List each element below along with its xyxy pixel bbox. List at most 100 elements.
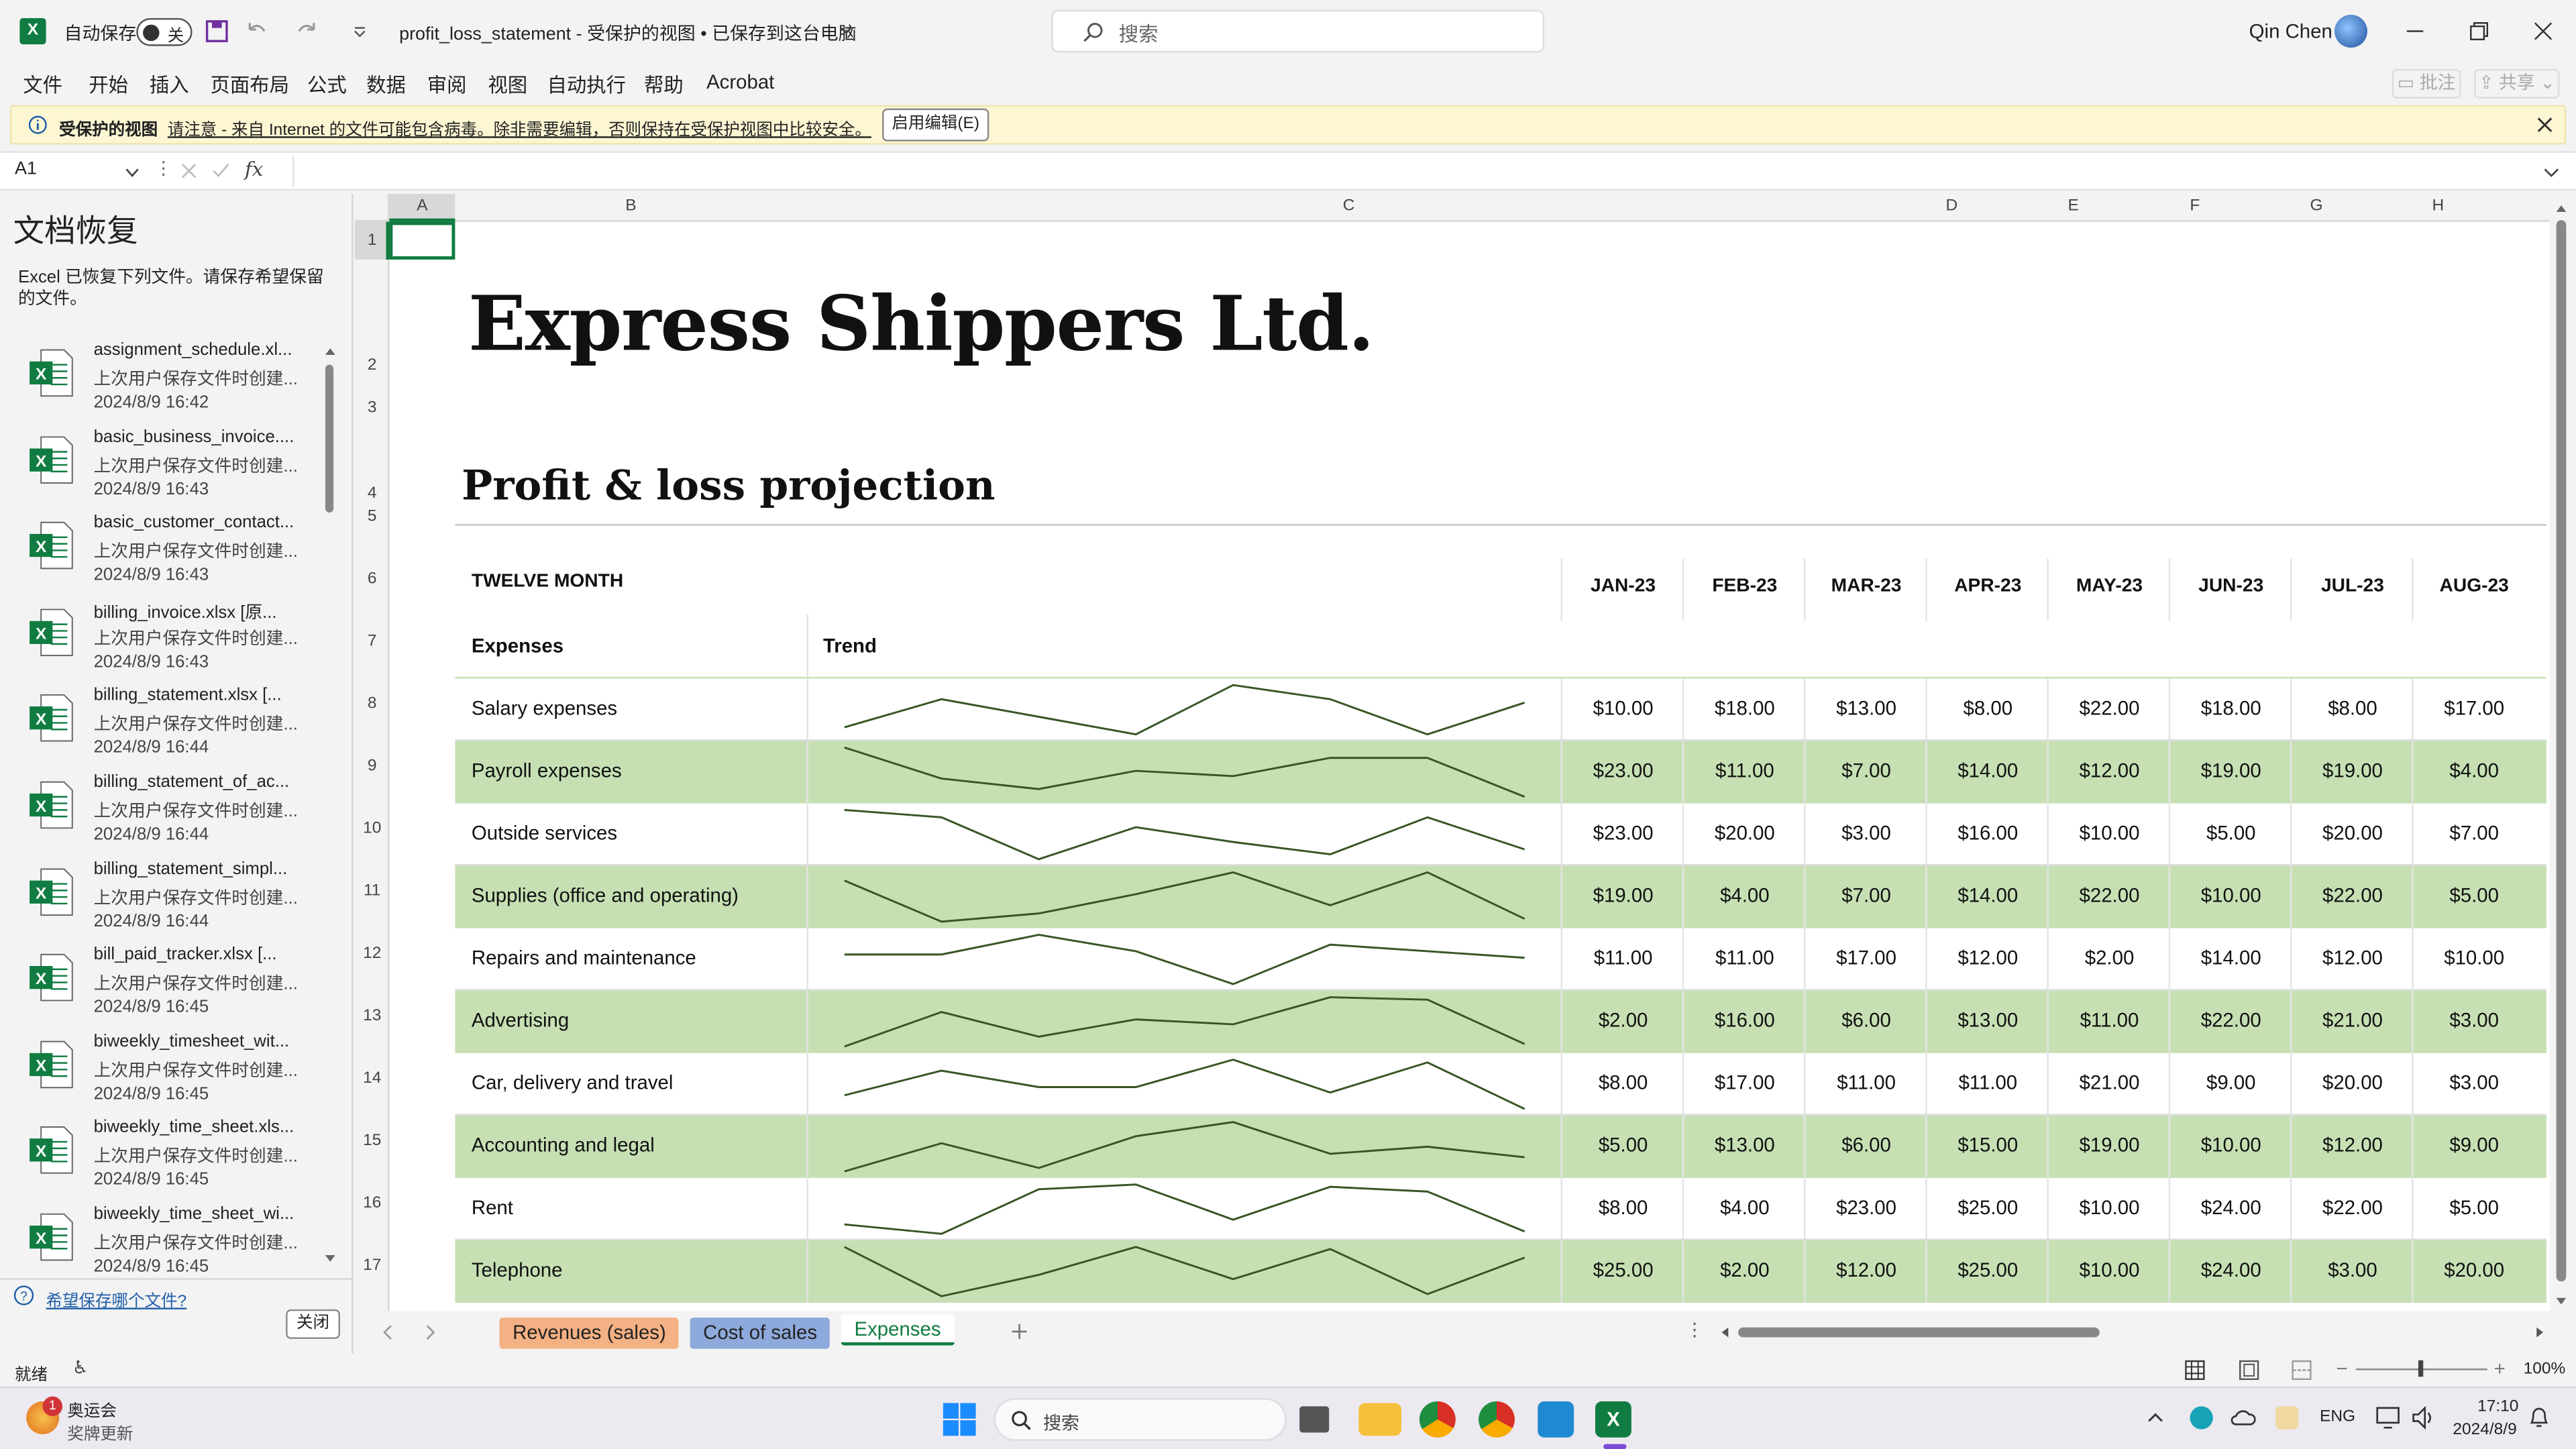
- trend-sparkline[interactable]: [838, 1178, 1531, 1240]
- expense-label[interactable]: Supplies (office and operating): [472, 884, 739, 907]
- expense-label[interactable]: Rent: [472, 1196, 513, 1219]
- comments-button[interactable]: ▭ 批注: [2392, 68, 2461, 99]
- expense-value[interactable]: $13.00: [1684, 1134, 1805, 1157]
- task-view-icon[interactable]: [1299, 1406, 1330, 1433]
- expense-value[interactable]: $22.00: [2049, 884, 2170, 907]
- expense-value[interactable]: $8.00: [2292, 696, 2413, 719]
- expense-value[interactable]: $13.00: [1805, 696, 1927, 719]
- expense-value[interactable]: $13.00: [1927, 1009, 2049, 1032]
- worksheet-grid[interactable]: ABCDEFGHIJK 1234567891011121314151617 Ex…: [354, 193, 2550, 1311]
- expense-value[interactable]: $16.00: [1684, 1009, 1805, 1032]
- protected-view-message[interactable]: 请注意 - 来自 Internet 的文件可能包含病毒。除非需要编辑，否则保持在…: [168, 115, 871, 140]
- expense-value[interactable]: $16.00: [1927, 822, 2049, 845]
- close-window-icon[interactable]: [2533, 21, 2553, 41]
- expense-row[interactable]: Rent $8.00 $4.00 $23.00 $25.00 $10.00 $24.00 $2…: [455, 1177, 2550, 1240]
- trend-sparkline[interactable]: [838, 866, 1531, 928]
- trend-sparkline[interactable]: [838, 804, 1531, 866]
- tab-options-icon[interactable]: ⋮: [1686, 1320, 1704, 1340]
- expense-label[interactable]: Payroll expenses: [472, 759, 622, 782]
- expense-value[interactable]: $10.00: [1562, 696, 1684, 719]
- widget-title[interactable]: 奥运会: [67, 1397, 116, 1421]
- trend-sparkline[interactable]: [838, 741, 1531, 803]
- expense-value[interactable]: $10.00: [2049, 822, 2170, 845]
- expense-label[interactable]: Accounting and legal: [472, 1134, 655, 1157]
- expense-row[interactable]: Advertising $2.00 $16.00 $6.00 $13.00 $11.00 $…: [455, 990, 2550, 1053]
- expense-value[interactable]: $12.00: [1805, 1258, 1927, 1281]
- expense-value[interactable]: $8.00: [1562, 1196, 1684, 1219]
- recovered-file-item[interactable]: Xbiweekly_timesheet_wit... 上次用户保存文件时创建...…: [0, 1031, 329, 1116]
- file-explorer-icon[interactable]: [1358, 1403, 1401, 1436]
- clock-time[interactable]: 17:10: [2477, 1398, 2518, 1416]
- expense-value[interactable]: $24.00: [2170, 1258, 2292, 1281]
- recovered-file-item[interactable]: Xbilling_statement_of_ac... 上次用户保存文件时创建..…: [0, 772, 329, 857]
- expense-value[interactable]: $3.00: [2414, 1071, 2535, 1094]
- expense-value[interactable]: $10.00: [2414, 947, 2535, 969]
- autosave-toggle[interactable]: 关: [136, 17, 193, 46]
- expense-row[interactable]: Outside services $23.00 $20.00 $3.00 $16.00 $…: [455, 803, 2550, 866]
- menu-view[interactable]: 视图: [488, 70, 527, 99]
- expense-value[interactable]: $14.00: [1927, 884, 2049, 907]
- expense-value[interactable]: $17.00: [1805, 947, 1927, 969]
- trend-sparkline[interactable]: [838, 1116, 1531, 1178]
- expense-row[interactable]: Telephone $25.00 $2.00 $12.00 $25.00 $10.00 $2…: [455, 1240, 2550, 1303]
- formula-input[interactable]: [292, 156, 2530, 188]
- expense-value[interactable]: $23.00: [1562, 759, 1684, 782]
- expense-label[interactable]: Repairs and maintenance: [472, 947, 696, 969]
- expense-value[interactable]: $12.00: [2049, 759, 2170, 782]
- menu-insert[interactable]: 插入: [150, 70, 189, 99]
- vscroll-up-icon[interactable]: [2555, 202, 2568, 215]
- vertical-scrollbar[interactable]: [2551, 197, 2571, 1311]
- expense-value[interactable]: $6.00: [1805, 1134, 1927, 1157]
- excel-taskbar-icon[interactable]: X: [1595, 1401, 1631, 1438]
- expand-formula-bar-icon[interactable]: [2543, 166, 2559, 179]
- undo-icon[interactable]: [245, 19, 268, 42]
- expense-value[interactable]: $23.00: [1562, 822, 1684, 845]
- zoom-in-icon[interactable]: +: [2494, 1357, 2506, 1380]
- expense-value[interactable]: $12.00: [1927, 947, 2049, 969]
- scroll-thumb[interactable]: [325, 364, 334, 513]
- expense-value[interactable]: $8.00: [1927, 696, 2049, 719]
- recovered-file-item[interactable]: Xbilling_statement_simpl... 上次用户保存文件时创建..…: [0, 859, 329, 944]
- chrome-icon-1[interactable]: [1419, 1401, 1456, 1438]
- expense-value[interactable]: $19.00: [2292, 759, 2413, 782]
- zoom-slider-thumb[interactable]: [2418, 1360, 2424, 1377]
- expense-value[interactable]: $3.00: [2292, 1258, 2413, 1281]
- expense-value[interactable]: $4.00: [1684, 884, 1805, 907]
- vscroll-down-icon[interactable]: [2555, 1295, 2568, 1308]
- expense-row[interactable]: Accounting and legal $5.00 $13.00 $6.00 $15.…: [455, 1115, 2550, 1178]
- expense-value[interactable]: $8.00: [1562, 1071, 1684, 1094]
- expense-value[interactable]: $14.00: [2170, 947, 2292, 969]
- expense-value[interactable]: $2.00: [1562, 1009, 1684, 1032]
- expense-value[interactable]: $17.00: [1684, 1071, 1805, 1094]
- volume-icon[interactable]: [2412, 1406, 2436, 1430]
- widget-subtitle[interactable]: 奖牌更新: [67, 1419, 133, 1444]
- trend-sparkline[interactable]: [838, 1240, 1531, 1303]
- customize-toolbar-icon[interactable]: [352, 23, 368, 39]
- page-break-view-icon[interactable]: [2292, 1360, 2312, 1381]
- expense-value[interactable]: $25.00: [1927, 1258, 2049, 1281]
- recovered-file-item[interactable]: Xassignment_schedule.xl... 上次用户保存文件时创建...…: [0, 340, 329, 425]
- expense-value[interactable]: $18.00: [1684, 696, 1805, 719]
- expense-value[interactable]: $20.00: [2414, 1258, 2535, 1281]
- expense-value[interactable]: $19.00: [2049, 1134, 2170, 1157]
- expense-value[interactable]: $14.00: [1927, 759, 2049, 782]
- expense-value[interactable]: $11.00: [1927, 1071, 2049, 1094]
- minimize-icon[interactable]: [2405, 21, 2424, 41]
- accessibility-icon[interactable]: ♿: [72, 1357, 89, 1378]
- chrome-icon-2[interactable]: [1479, 1401, 1515, 1438]
- formula-options-icon[interactable]: ⋮: [154, 158, 172, 179]
- expense-value[interactable]: $5.00: [2414, 1196, 2535, 1219]
- expense-value[interactable]: $15.00: [1927, 1134, 2049, 1157]
- tray-overflow-icon[interactable]: [2147, 1411, 2163, 1425]
- menu-home[interactable]: 开始: [89, 70, 128, 99]
- expense-value[interactable]: $19.00: [2170, 759, 2292, 782]
- hscroll-thumb[interactable]: [1738, 1327, 2100, 1338]
- tray-app-icon[interactable]: [2275, 1406, 2299, 1430]
- expense-value[interactable]: $22.00: [2292, 1196, 2413, 1219]
- expense-value[interactable]: $22.00: [2292, 884, 2413, 907]
- expense-value[interactable]: $25.00: [1562, 1258, 1684, 1281]
- expense-value[interactable]: $3.00: [2414, 1009, 2535, 1032]
- trend-sparkline[interactable]: [838, 991, 1531, 1053]
- next-sheet-icon[interactable]: [424, 1324, 437, 1340]
- zoom-slider[interactable]: [2355, 1360, 2487, 1377]
